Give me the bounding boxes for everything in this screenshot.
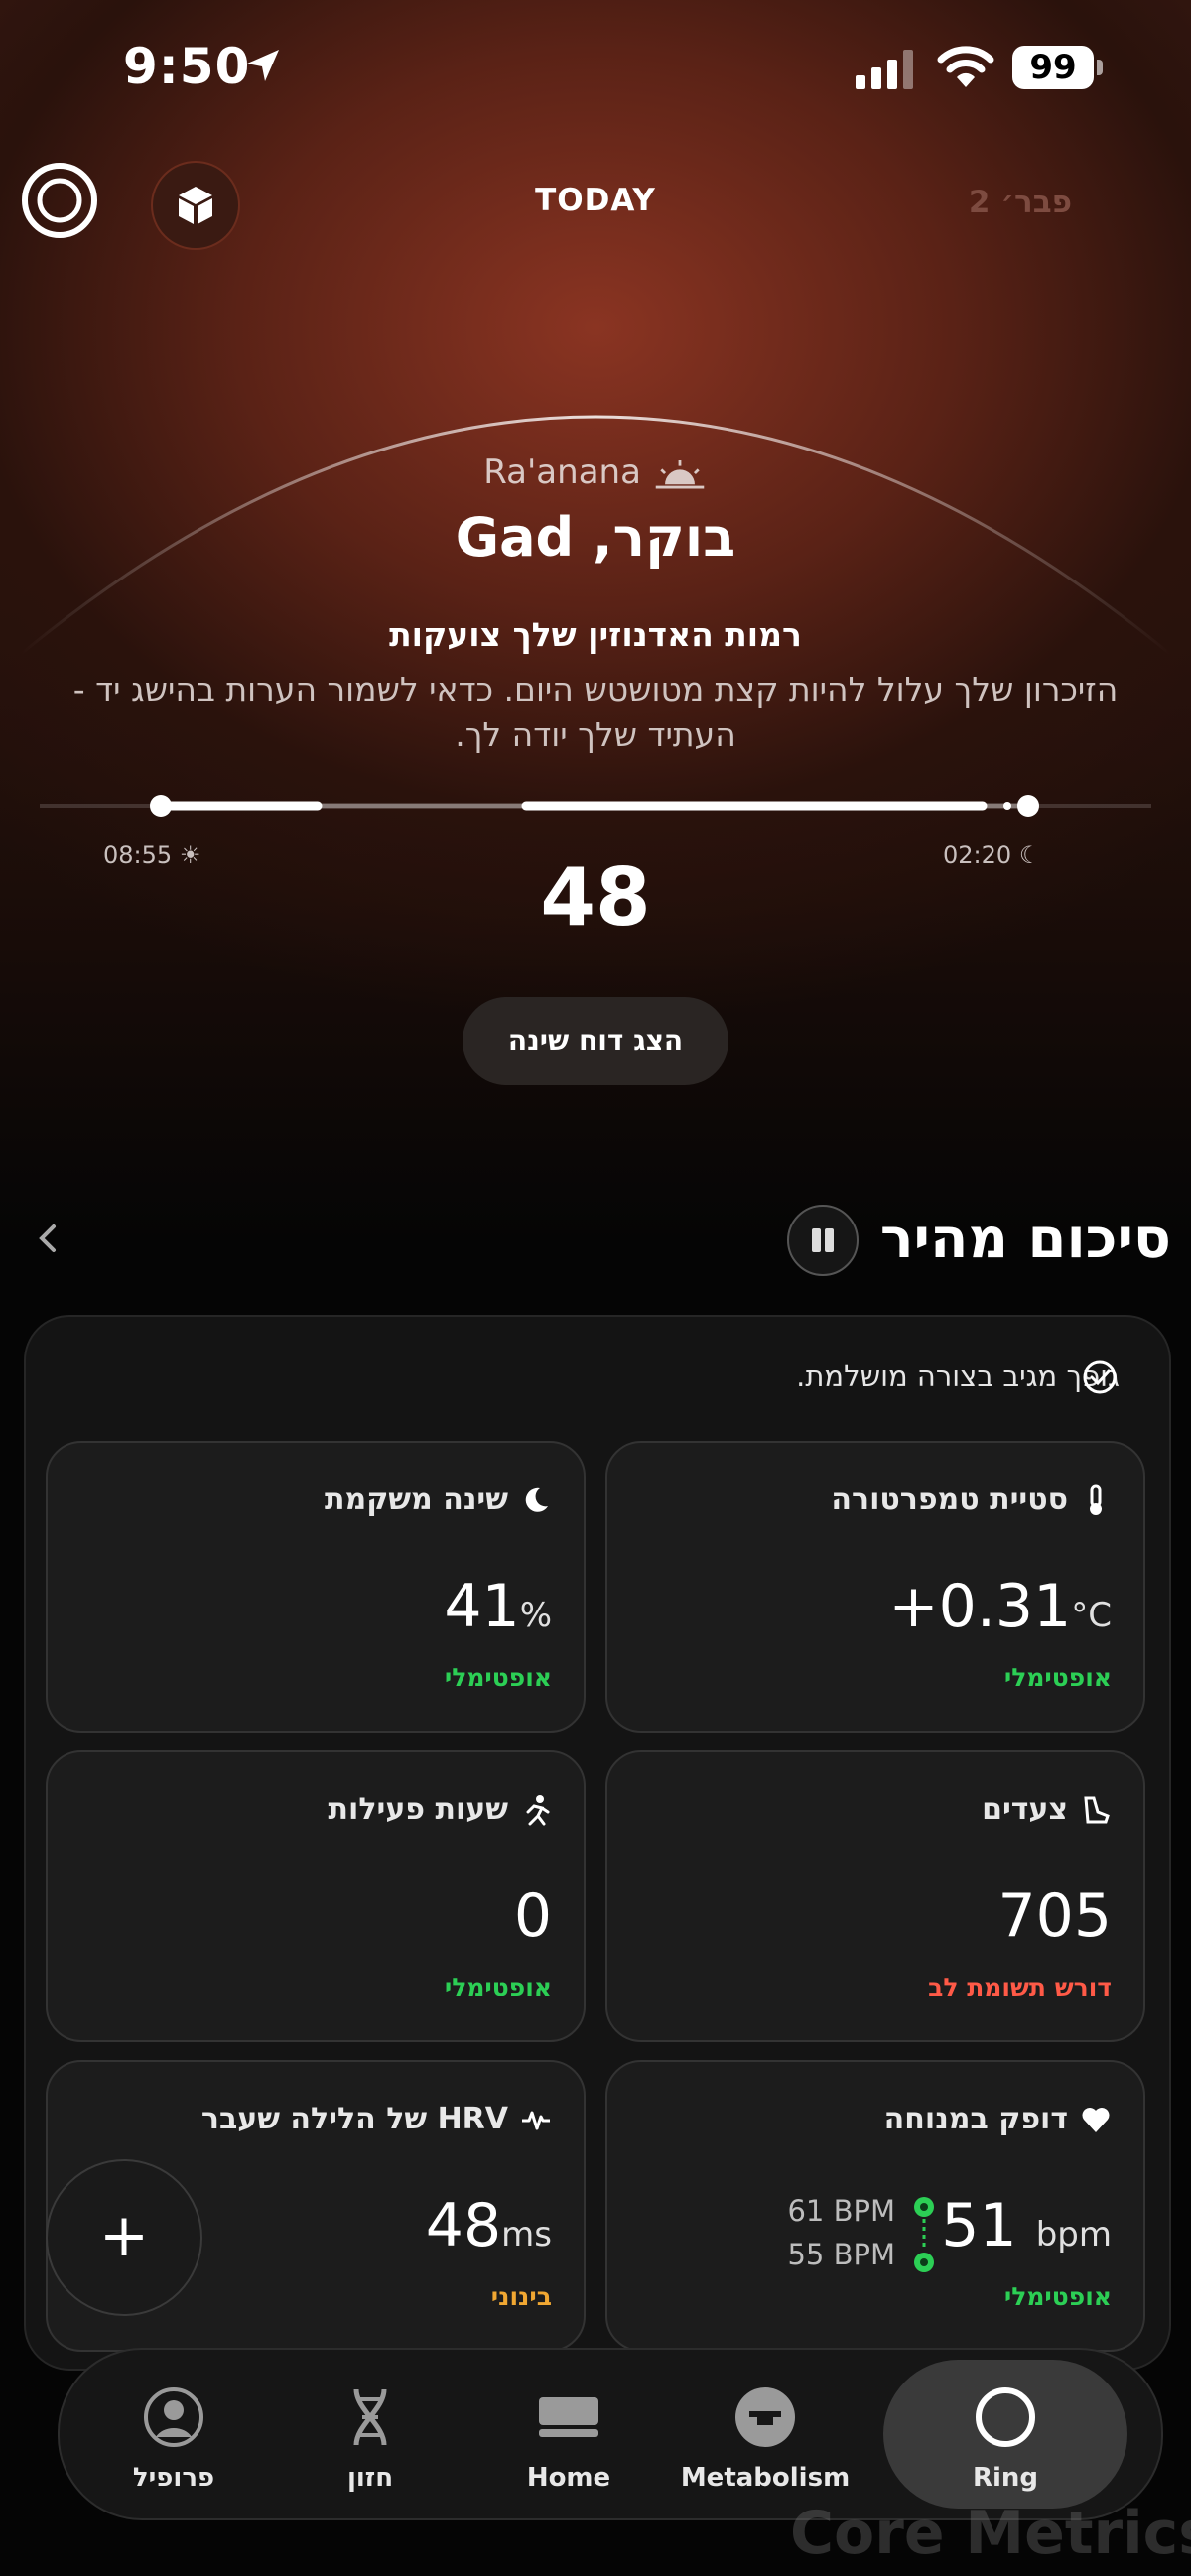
location-arrow-icon (247, 50, 279, 81)
bpm-low: 55 BPM (787, 2238, 895, 2271)
profile-icon (144, 2387, 203, 2447)
sunrise-icon (655, 459, 705, 488)
insight-title: רמות האדנוזין שלך צועקות (389, 615, 802, 654)
hrv-value: 48ms (426, 2191, 552, 2260)
heart-icon (1082, 2108, 1110, 2132)
steps-label: צעדים (982, 1792, 1068, 1827)
bottom-tab-bar: פרופיל חזון Home Metabolism Ring (58, 2348, 1163, 2520)
hrv-label: HRV של הלילה שעבר (200, 2102, 508, 2136)
running-icon (526, 1795, 550, 1826)
sleep-time: 02:20 ☾ (943, 841, 1040, 869)
temperature-unit: °C (1071, 1596, 1112, 1635)
battery-indicator: 99 (1012, 46, 1104, 89)
steps-value: 705 (997, 1881, 1112, 1951)
tab-ring[interactable]: Ring (921, 2350, 1090, 2518)
hrv-status: בינוני (490, 2282, 552, 2311)
tile-resting-heart-rate[interactable]: דופק במנוחה 51 bpm 61 BPM 55 BPM אופטימל… (605, 2060, 1145, 2352)
activity-status: אופטימלי (444, 1973, 552, 2001)
hrv-number: 48 (425, 2191, 502, 2260)
tab-profile[interactable]: פרופיל (89, 2350, 258, 2518)
section-title: סיכום מהיר (879, 1207, 1171, 1271)
check-circle-icon (1083, 1360, 1117, 1394)
temperature-value: +0.31°C (888, 1572, 1112, 1641)
pulse-icon (522, 2111, 550, 2130)
wifi-icon (937, 46, 994, 87)
summary-note: גופך מגיב בצורה מושלמת. (796, 1359, 1120, 1393)
city-name: Ra'anana (483, 452, 641, 492)
activity-label: שעות פעילות (328, 1792, 508, 1827)
sleep-timeline (40, 795, 1151, 817)
resting-hr-number: 51 (941, 2191, 1017, 2260)
tab-profile-label: פרופיל (132, 2463, 215, 2493)
page-title: TODAY (535, 183, 656, 218)
top-header: TODAY 2 פבר׳ (0, 139, 1191, 263)
battery-nub (1097, 60, 1103, 75)
cube-button[interactable] (151, 161, 240, 250)
bpm-range-dots (914, 2197, 934, 2272)
status-bar: 9:50 99 (0, 0, 1191, 139)
insight-body: הזיכרון שלך עלול להיות קצת מטושטש היום. … (72, 670, 1119, 754)
cube-icon (179, 187, 212, 224)
steps-status: דורש תשומת לב (928, 1973, 1112, 2001)
tab-metabolism[interactable]: Metabolism (681, 2350, 850, 2518)
metabolism-icon (735, 2387, 795, 2447)
pause-button[interactable] (787, 1205, 859, 1276)
greeting: בוקר, Gad (455, 506, 736, 569)
deep-sleep-number: 41 (444, 1572, 520, 1641)
chevron-left-icon[interactable] (30, 1219, 69, 1258)
tab-home[interactable]: Home (484, 2350, 653, 2518)
resting-hr-label: דופק במנוחה (883, 2102, 1068, 2136)
deep-sleep-unit: % (519, 1596, 552, 1635)
status-time: 9:50 (123, 38, 251, 95)
tile-activity-hours[interactable]: שעות פעילות 0 אופטימלי (46, 1750, 586, 2042)
sun-icon: ☀ (179, 841, 201, 869)
bpm-range: 61 BPM 55 BPM (776, 2189, 895, 2276)
tile-deep-sleep[interactable]: שינה משקמת 41% אופטימלי (46, 1441, 586, 1733)
tab-metabolism-label: Metabolism (680, 2463, 851, 2493)
tile-temperature[interactable]: סטיית טמפרטורה +0.31°C אופטימלי (605, 1441, 1145, 1733)
tab-ring-label: Ring (972, 2463, 1039, 2493)
wake-time-label: 08:55 (103, 841, 173, 869)
tab-vision-label: חזון (346, 2463, 394, 2493)
dna-icon (353, 2388, 387, 2446)
deep-sleep-value: 41% (444, 1572, 552, 1641)
sleep-time-label: 02:20 (943, 841, 1012, 869)
tab-vision[interactable]: חזון (286, 2350, 455, 2518)
battery-level: 99 (1012, 46, 1094, 89)
next-day-tab[interactable]: 2 פבר׳ (953, 185, 1072, 220)
bpm-high: 61 BPM (787, 2194, 895, 2228)
home-screen-icon (539, 2397, 598, 2437)
sleep-report-button[interactable]: הצג דוח שינה (463, 997, 728, 1085)
add-button[interactable]: + (46, 2159, 202, 2316)
ring-status-icon[interactable] (20, 161, 99, 240)
resting-hr-status: אופטימלי (1003, 2282, 1112, 2311)
sleep-score: 48 (540, 851, 651, 944)
cellular-signal-icon (856, 50, 913, 89)
moon-icon: ☾ (1018, 841, 1041, 869)
moon-stars-icon (525, 1487, 548, 1512)
deep-sleep-label: שינה משקמת (325, 1482, 508, 1517)
tab-home-label: Home (526, 2463, 611, 2493)
watermark: Core Metrics (790, 2499, 1191, 2568)
ring-icon (976, 2387, 1035, 2447)
temperature-number: +0.31 (888, 1572, 1072, 1641)
resting-hr-unit: bpm (1035, 2215, 1112, 2254)
tile-steps[interactable]: צעדים 705 דורש תשומת לב (605, 1750, 1145, 2042)
wake-time: 08:55 ☀ (103, 841, 200, 869)
deep-sleep-status: אופטימלי (444, 1663, 552, 1692)
thermometer-icon (1090, 1484, 1102, 1515)
pause-icon (812, 1228, 834, 1252)
temperature-status: אופטימלי (1003, 1663, 1112, 1692)
hrv-unit: ms (501, 2215, 552, 2254)
shoe-icon (1084, 1796, 1110, 1824)
temperature-label: סטיית טמפרטורה (831, 1482, 1068, 1517)
city-location: Ra'anana (298, 452, 893, 492)
activity-value: 0 (513, 1881, 552, 1951)
resting-hr-value: 51 bpm (941, 2191, 1112, 2260)
